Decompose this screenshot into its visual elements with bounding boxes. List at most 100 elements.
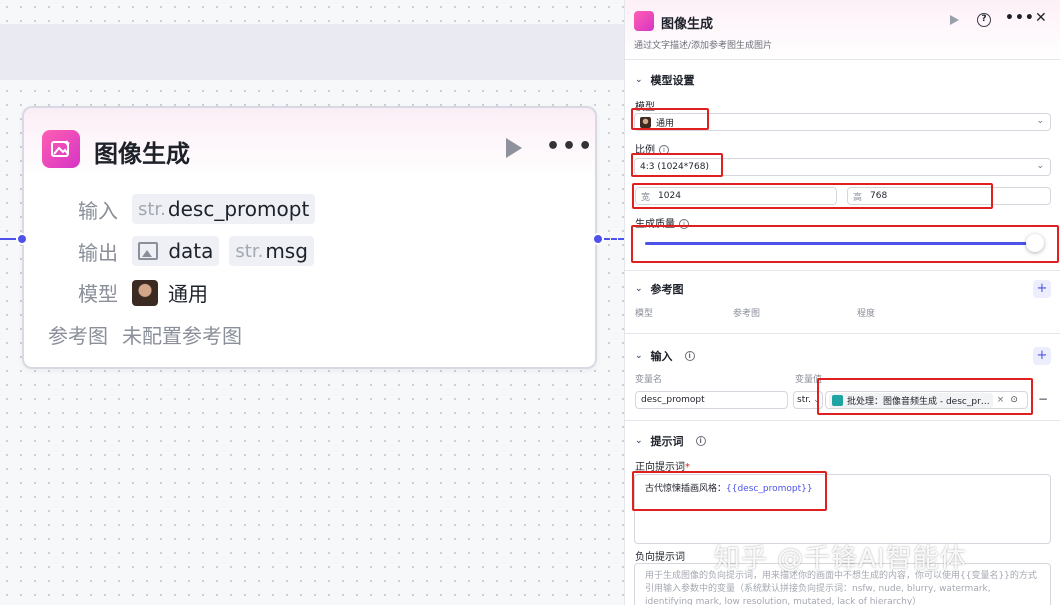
node-model-label: 模型 [78,282,118,306]
height-value: 768 [870,191,888,201]
col-reference: 参考图 [733,309,761,319]
node-output-tag-data: data [132,236,220,266]
watermark: 知乎 @千锋AI智能体 [714,544,967,574]
positive-prompt-textarea[interactable]: 古代惊悚插画风格：{{desc_promopt}} [634,474,1051,544]
chevron-down-icon: ⌄ [1036,161,1044,171]
close-icon[interactable]: ✕ [1035,10,1047,26]
model-select[interactable]: 通用 ⌄ [634,113,1051,131]
section-title: 参考图 [650,283,684,296]
info-icon[interactable]: i [695,436,706,446]
type-prefix: str. [138,198,166,220]
panel-header: 图像生成 ? ••• ✕ 通过文字描述/添加参考图生成图片 [625,0,1060,60]
positive-prompt-variable: {{desc_promopt}} [726,484,813,494]
add-reference-button[interactable]: + [1033,280,1051,298]
required-mark: * [685,462,690,473]
node-output-label: 输出 [78,240,118,265]
section-title: 提示词 [650,435,684,448]
image-generation-node[interactable]: 图像生成 ••• 输入 str. desc_promopt 输出 data str… [22,106,597,369]
chevron-down-icon: ⌄ [812,395,821,405]
width-input[interactable]: 宽 1024 [635,187,837,205]
height-input[interactable]: 高 768 [847,187,1051,205]
col-model: 模型 [635,309,654,319]
section-input[interactable]: ⌄ 输入 i [635,348,695,364]
var-value-reference[interactable]: 批处理：图像音频生成 - desc_pr… × ⊙ [825,391,1028,409]
quality-slider-thumb[interactable] [1026,234,1044,252]
var-name-input[interactable]: desc_promopt [635,391,788,409]
node-input-value: desc_promopt [167,197,310,221]
quality-label: 生成质量 [635,219,675,230]
node-input-tag: str. desc_promopt [132,194,316,224]
negative-prompt-label: 负向提示词 [635,552,685,563]
positive-prompt-label: 正向提示词 [635,462,685,473]
node-output-row: 输出 data str. msg [42,236,314,266]
help-icon[interactable]: ? [977,13,991,27]
width-value: 1024 [658,191,681,201]
target-icon[interactable]: ⊙ [1010,395,1018,405]
chevron-down-icon: ⌄ [635,284,643,294]
remove-input-icon[interactable]: − [1038,392,1048,406]
quality-slider-track[interactable] [645,242,1035,245]
chevron-down-icon: ⌄ [635,351,643,361]
ratio-label-row: 比例 i [635,141,669,156]
workflow-canvas[interactable]: 图像生成 ••• 输入 str. desc_promopt 输出 data str… [0,0,624,605]
node-ref-row: 参考图 未配置参考图 [42,320,242,349]
positive-prompt-text: 古代惊悚插画风格： [645,484,727,494]
node-output-value: data [168,239,214,263]
image-generate-icon [634,11,654,31]
more-icon[interactable]: ••• [1005,10,1035,26]
section-prompt[interactable]: ⌄ 提示词 i [635,433,706,449]
node-model-row: 模型 通用 [42,278,208,307]
chevron-down-icon: ⌄ [1036,116,1044,126]
node-ref-value: 未配置参考图 [122,324,242,348]
var-name-value: desc_promopt [641,395,705,405]
var-type-value: str. [797,395,811,405]
model-label: 模型 [635,102,655,113]
node-model-value: 通用 [168,282,208,306]
chevron-down-icon: ⌄ [635,436,643,446]
ratio-select-value: 4:3 (1024*768) [640,162,709,172]
node-config-panel: 图像生成 ? ••• ✕ 通过文字描述/添加参考图生成图片 ⌄ 模型设置 模型 … [624,0,1060,605]
divider [625,270,1060,271]
model-avatar [640,116,651,128]
chevron-down-icon: ⌄ [635,75,643,85]
section-model-settings[interactable]: ⌄ 模型设置 [635,72,695,88]
add-input-button[interactable]: + [1033,347,1051,365]
info-icon[interactable]: i [684,351,695,361]
var-type-select[interactable]: str. ⌄ [793,391,823,409]
height-label: 高 [853,192,863,203]
clear-icon[interactable]: × [997,395,1005,405]
image-type-icon [138,242,158,260]
col-var-name: 变量名 [635,375,663,385]
panel-title: 图像生成 [661,17,714,32]
node-output-tag-msg: str. msg [229,236,314,266]
divider [625,333,1060,334]
negative-prompt-placeholder: 用于生成图像的负向提示词，用来描述你的画面中不想生成的内容，你可以使用{{变量名… [645,571,1037,605]
panel-description: 通过文字描述/添加参考图生成图片 [634,41,773,51]
ratio-label: 比例 [635,145,655,156]
info-icon[interactable]: i [679,219,689,229]
node-ref-label: 参考图 [48,324,108,348]
batch-node-icon [832,394,843,406]
ratio-select[interactable]: 4:3 (1024*768) ⌄ [634,158,1051,176]
canvas-toolbar-area [0,24,624,80]
outgoing-edge [604,238,624,240]
node-more-icon[interactable]: ••• [546,134,594,159]
quality-label-row: 生成质量 i [635,215,689,230]
run-node-icon[interactable] [506,138,522,158]
model-select-value: 通用 [656,118,675,129]
col-degree: 程度 [857,309,876,319]
positive-prompt-label-row: 正向提示词* [635,458,690,473]
node-output-value: msg [265,239,308,263]
type-prefix: str. [235,240,264,262]
section-reference[interactable]: ⌄ 参考图 [635,281,684,297]
node-title: 图像生成 [94,140,190,168]
image-generate-icon [42,130,80,168]
run-icon[interactable] [950,15,959,25]
reference-chip-text: 批处理：图像音频生成 - desc_pr… [847,396,990,407]
model-avatar [132,279,158,306]
info-icon[interactable]: i [659,145,669,155]
section-title: 模型设置 [650,74,695,87]
input-port[interactable] [16,233,28,245]
output-port[interactable] [592,233,604,245]
col-var-value: 变量值 [795,375,823,385]
